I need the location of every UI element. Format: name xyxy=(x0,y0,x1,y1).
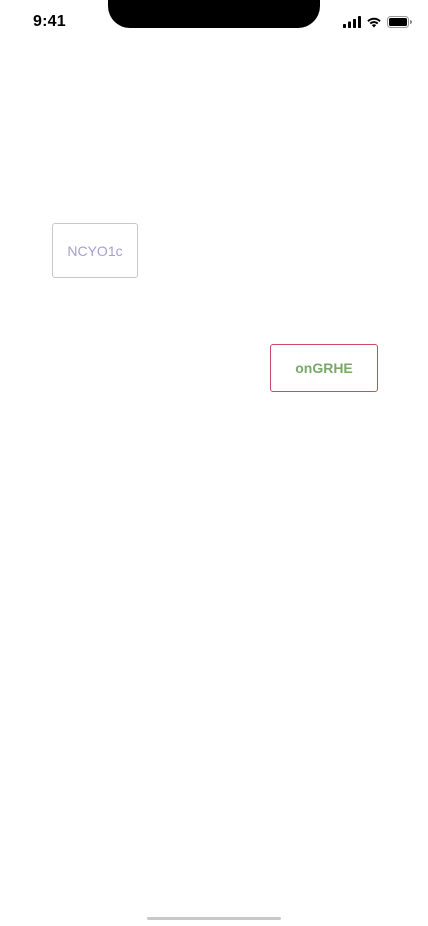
home-indicator[interactable] xyxy=(147,917,281,920)
cellular-signal-icon xyxy=(343,16,361,28)
notch xyxy=(108,0,320,28)
status-bar: 9:41 xyxy=(0,0,428,44)
screen: 9:41 NCYO1c onGRHE xyxy=(0,0,428,926)
ncyo1c-button[interactable]: NCYO1c xyxy=(52,223,138,278)
ongrhe-button-label: onGRHE xyxy=(295,360,353,376)
status-icons xyxy=(343,15,412,29)
status-time: 9:41 xyxy=(33,13,66,30)
ncyo1c-button-label: NCYO1c xyxy=(67,242,123,259)
battery-icon xyxy=(387,16,412,28)
ongrhe-button[interactable]: onGRHE xyxy=(270,344,378,392)
wifi-icon xyxy=(366,16,382,28)
